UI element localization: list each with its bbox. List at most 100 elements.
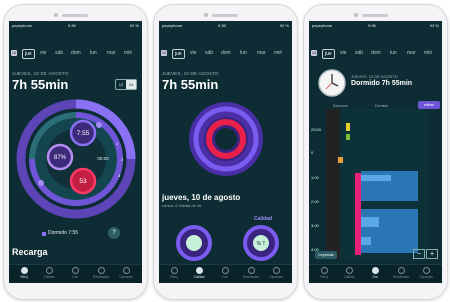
day-jue[interactable]: jue — [322, 49, 335, 59]
day-mie[interactable]: mié — [274, 49, 282, 57]
sleep-duration: 7h 55min — [12, 77, 69, 92]
tab-options[interactable]: Opciones — [116, 267, 136, 279]
handle-start[interactable] — [96, 122, 102, 128]
tab-label: Día — [72, 275, 78, 279]
date-label: JUEVES, 10 DE AGOSTO — [162, 71, 219, 76]
day-sab[interactable]: sáb — [205, 49, 213, 57]
day-lun[interactable]: lun — [90, 49, 97, 57]
day-vie[interactable]: vie — [340, 49, 346, 57]
tab-bar: Reloj Calidad Día Resultados Opciones — [9, 264, 142, 283]
day-lun[interactable]: lun — [240, 49, 247, 57]
event-marker-green — [346, 134, 350, 140]
tab-label: Reloj — [20, 275, 28, 279]
format-12[interactable]: 12 — [116, 80, 126, 89]
tab-quality[interactable]: Calidad — [189, 267, 209, 279]
day-jue[interactable]: jue — [22, 49, 35, 59]
day-sab[interactable]: sáb — [55, 49, 63, 57]
tab-clock[interactable]: Reloj — [14, 267, 34, 279]
day-mie[interactable]: mié — [424, 49, 432, 57]
battery: 92 % — [129, 23, 139, 28]
light-sleep-2 — [361, 217, 379, 227]
time: 9:36 — [218, 23, 226, 28]
legend-button[interactable]: Leyenda — [315, 251, 337, 259]
edit-button[interactable]: editar — [418, 101, 440, 109]
tab-label: Calidad — [343, 275, 355, 279]
calendar-icon[interactable]: 15 — [311, 50, 317, 56]
calendar-icon[interactable]: 15 — [11, 50, 17, 56]
tab-day[interactable]: Día — [215, 267, 235, 279]
day-sab[interactable]: sáb — [355, 49, 363, 57]
quality-icon — [345, 267, 353, 274]
tab-quality[interactable]: Calidad — [39, 267, 59, 279]
phone-1: pepephone 9:36 92 % 15 jue vie sáb dom l… — [3, 4, 148, 300]
carrier: pepephone — [162, 23, 183, 28]
day-dom[interactable]: dom — [371, 49, 381, 57]
light-sleep-3 — [361, 237, 371, 245]
light-sleep-1 — [361, 175, 391, 181]
day-dom[interactable]: dom — [221, 49, 231, 57]
tick-2: 2 — [121, 157, 124, 162]
ring-core — [215, 128, 237, 150]
day-jue[interactable]: jue — [172, 49, 185, 59]
tab-label: Calidad — [193, 275, 205, 279]
tab-label: Opciones — [119, 275, 133, 279]
help-button[interactable]: ? — [108, 227, 120, 239]
tab-results[interactable]: Resultados — [391, 267, 411, 279]
tab-results[interactable]: Resultados — [241, 267, 261, 279]
day-vie[interactable]: vie — [40, 49, 46, 57]
day-mar[interactable]: mar — [257, 49, 266, 57]
screen-clock: pepephone 9:36 92 % 15 jue vie sáb dom l… — [9, 21, 142, 283]
day-subtitle: versus ⊙ Media de 16 — [162, 203, 202, 208]
zoom-in-button[interactable]: + — [426, 249, 438, 259]
tab-day[interactable]: Día — [365, 267, 385, 279]
time-200: 2:00 — [311, 199, 320, 204]
camera — [54, 13, 58, 17]
screen-quality: pepephone 9:36 92 % 15 jue vie sáb dom l… — [159, 21, 292, 283]
tab-label: Día — [372, 275, 378, 279]
camera — [204, 13, 208, 17]
format-toggle[interactable]: 12 24 — [115, 79, 137, 90]
tab-label: Reloj — [320, 275, 328, 279]
results-icon — [97, 267, 105, 274]
sensors-column — [326, 109, 340, 259]
gauge-left — [176, 225, 212, 261]
day-dom[interactable]: dom — [71, 49, 81, 57]
event-marker-orange — [338, 157, 343, 163]
center-time: 00:00 — [97, 156, 109, 161]
tab-clock[interactable]: Reloj — [164, 267, 184, 279]
tab-bar: Reloj Calidad Día Resultados Opciones — [159, 264, 292, 283]
deep-sleep-block-2 — [361, 209, 418, 253]
tab-clock[interactable]: Reloj — [314, 267, 334, 279]
calendar-icon[interactable]: 15 — [161, 50, 167, 56]
clock-icon — [318, 69, 346, 97]
tab-options[interactable]: Opciones — [416, 267, 436, 279]
day-mar[interactable]: mar — [407, 49, 416, 57]
tab-quality[interactable]: Calidad — [339, 267, 359, 279]
day-selector: 15 jue vie sáb dom lun mar mié — [11, 49, 140, 59]
results-icon — [397, 267, 405, 274]
status-bar: pepephone 9:36 92 % — [12, 23, 139, 29]
carrier: pepephone — [12, 23, 33, 28]
handle-end[interactable] — [38, 180, 44, 186]
tab-results[interactable]: Resultados — [91, 267, 111, 279]
zoom-out-button[interactable]: − — [413, 249, 425, 259]
column-asleep: Dormido — [375, 104, 389, 108]
tab-day[interactable]: Día — [65, 267, 85, 279]
clock-icon — [20, 267, 28, 274]
day-lun[interactable]: lun — [390, 49, 397, 57]
tab-options[interactable]: Opciones — [266, 267, 286, 279]
column-sensors: Sensores — [333, 104, 348, 108]
format-24[interactable]: 24 — [126, 80, 136, 89]
heartrate-ring-label: 53 — [79, 178, 87, 185]
quality-icon — [45, 267, 53, 274]
day-mar[interactable]: mar — [107, 49, 116, 57]
day-title: jueves, 10 de agosto — [162, 193, 241, 202]
event-marker-yellow — [346, 123, 350, 131]
options-icon — [122, 267, 130, 274]
time-0: 0 — [311, 150, 314, 155]
quality-icon — [195, 267, 203, 274]
day-mie[interactable]: mié — [124, 49, 132, 57]
day-vie[interactable]: vie — [190, 49, 196, 57]
results-icon — [247, 267, 255, 274]
speaker — [62, 14, 88, 17]
